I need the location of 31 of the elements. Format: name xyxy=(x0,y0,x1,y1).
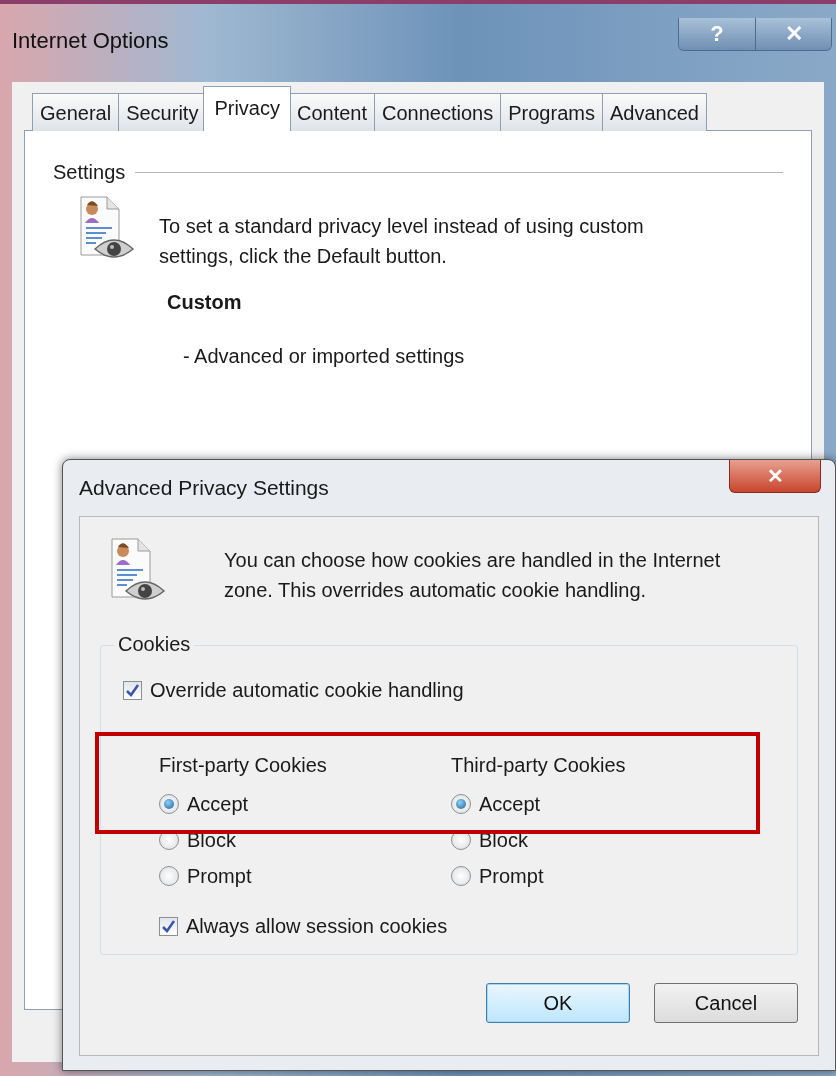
tab[interactable]: Content xyxy=(289,93,376,131)
radio-button[interactable] xyxy=(451,866,471,886)
privacy-level-detail: - Advanced or imported settings xyxy=(183,344,465,369)
privacy-level-name: Custom xyxy=(167,290,242,315)
checkbox-label: Override automatic cookie handling xyxy=(150,678,464,703)
tab[interactable]: Connections xyxy=(374,93,502,131)
radio-label: Accept xyxy=(187,792,249,817)
radio-label: Prompt xyxy=(187,864,252,889)
description-text: To set a standard privacy level instead of using custom settings, click the Default button. xyxy=(159,214,645,269)
window-title: Internet Options xyxy=(12,27,169,55)
checkbox[interactable] xyxy=(159,916,178,936)
checkbox-label: Always allow session cookies xyxy=(186,914,448,939)
group-label: Settings xyxy=(53,160,126,185)
radio-button[interactable] xyxy=(159,794,179,814)
radio-button[interactable] xyxy=(159,866,179,886)
ok-button[interactable]: OK xyxy=(486,983,630,1023)
privacy-document-icon xyxy=(108,537,166,603)
dialog-title: Advanced Privacy Settings xyxy=(79,475,329,501)
tab[interactable]: Advanced xyxy=(601,93,707,131)
column-heading: First-party Cookies xyxy=(159,753,327,778)
tab[interactable]: Privacy xyxy=(203,86,291,131)
radio-label: Accept xyxy=(479,792,541,817)
radio-button[interactable] xyxy=(451,794,471,814)
description-text: You can choose how cookies are handled in the Internet zone. This overrides automatic cookie handling. xyxy=(224,548,722,603)
cancel-button[interactable]: Cancel xyxy=(654,983,798,1023)
privacy-document-icon xyxy=(77,195,135,261)
checkbox[interactable] xyxy=(123,680,142,700)
column-heading: Third-party Cookies xyxy=(451,753,626,778)
tab[interactable]: Programs xyxy=(500,93,603,131)
radio-label: Prompt xyxy=(479,864,544,889)
tab[interactable]: General xyxy=(32,93,120,131)
